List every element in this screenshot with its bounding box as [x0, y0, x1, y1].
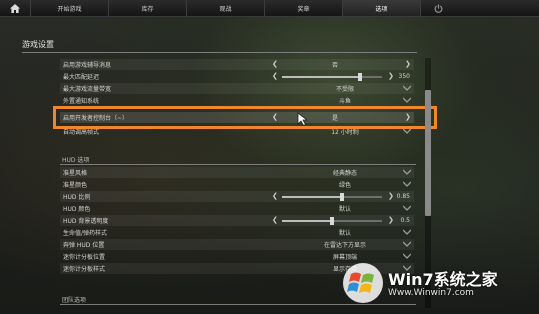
hud-row-health-style[interactable]: 生命值/弹药样式 默认	[60, 227, 414, 238]
hud-row-crosshair-style[interactable]: 准星风格 经典静态	[60, 167, 414, 178]
tab-watch[interactable]: 观战	[187, 0, 265, 16]
arrow-left-icon[interactable]: ❮	[272, 71, 278, 82]
setting-value: 斗鱼	[338, 98, 351, 105]
setting-row-tutor-messages[interactable]: 启用游戏辅导消息 ❮ 否 ❯	[60, 59, 414, 70]
divider	[22, 52, 417, 53]
highlight-box	[53, 106, 437, 129]
slider-track[interactable]	[282, 217, 382, 225]
chevron-down-icon[interactable]	[403, 229, 411, 235]
tab-label: 开始游戏	[57, 5, 82, 13]
setting-label: 外置通知系统	[63, 98, 100, 105]
tab-inventory[interactable]: 库存	[109, 0, 187, 16]
arrow-right-icon[interactable]: ❯	[388, 71, 394, 82]
tab-play[interactable]: 开始游戏	[31, 0, 109, 16]
setting-label: HUD 比例	[63, 194, 91, 201]
setting-row-bandwidth[interactable]: 最大游戏流量带宽 不受限	[60, 83, 414, 94]
setting-label: 奔弹 HUD 位置	[63, 242, 105, 249]
setting-value: 屏幕顶端	[332, 254, 357, 261]
windows-logo-icon	[343, 263, 383, 303]
home-button[interactable]	[0, 0, 31, 16]
setting-value: 默认	[338, 206, 351, 213]
tab-label: 观战	[219, 5, 232, 13]
hud-row-color[interactable]: HUD 颜色 默认	[60, 203, 414, 214]
setting-label: HUD 背景透明度	[63, 218, 109, 225]
home-icon	[10, 3, 20, 13]
chevron-down-icon[interactable]	[403, 85, 411, 91]
setting-label: 迷你计分板位置	[63, 254, 106, 261]
setting-value: 0.85	[396, 193, 410, 200]
setting-row-max-latency[interactable]: 最大匹配延迟 ❮ ❯ 350	[60, 71, 414, 82]
power-button[interactable]	[421, 0, 455, 16]
hud-row-mini-scoreboard-position[interactable]: 迷你计分板位置 屏幕顶端	[60, 251, 414, 262]
chevron-down-icon[interactable]	[403, 97, 411, 103]
slider-knob[interactable]	[358, 73, 362, 81]
setting-label: 最大匹配延迟	[63, 74, 100, 81]
setting-label: 迷你计分板样式	[63, 266, 106, 273]
page-title: 游戏设置	[22, 40, 54, 49]
arrow-left-icon[interactable]: ❮	[272, 215, 278, 226]
setting-value: 经典静态	[332, 170, 357, 177]
hud-row-scale[interactable]: HUD 比例 ❮ ❯ 0.85	[60, 191, 414, 202]
arrow-left-icon[interactable]: ❮	[272, 191, 278, 202]
slider-track[interactable]	[282, 73, 382, 81]
top-nav: 开始游戏 库存 观战 奖章 选项	[0, 0, 539, 17]
chevron-down-icon[interactable]	[403, 253, 411, 259]
scrollbar-thumb[interactable]	[425, 90, 431, 216]
setting-value: 绿色	[338, 182, 351, 189]
arrow-right-icon[interactable]: ❯	[405, 59, 411, 70]
setting-label: 最大游戏流量带宽	[63, 86, 112, 93]
tab-label: 选项	[375, 5, 388, 13]
divider	[60, 164, 416, 165]
team-section-title: 团队选项	[62, 297, 87, 304]
slider-fill	[282, 220, 332, 222]
setting-label: 准星颜色	[63, 182, 88, 189]
power-icon	[434, 3, 442, 13]
slider-track[interactable]	[282, 193, 382, 201]
arrow-right-icon[interactable]: ❯	[388, 191, 394, 202]
slider-fill	[282, 76, 360, 78]
tab-label: 库存	[141, 5, 154, 13]
setting-label: HUD 颜色	[63, 206, 91, 213]
arrow-right-icon[interactable]: ❯	[388, 215, 394, 226]
setting-value: 0.5	[400, 217, 410, 224]
hud-section-title: HUD 选项	[62, 157, 90, 164]
setting-row-notify[interactable]: 外置通知系统 斗鱼	[60, 95, 414, 106]
setting-value: 在雷达下方显示	[323, 242, 366, 249]
watermark-url: Www.Winwin7.com	[388, 288, 474, 298]
mouse-cursor-icon	[297, 112, 309, 126]
slider-knob[interactable]	[340, 193, 344, 201]
slider-fill	[282, 196, 342, 198]
setting-value: 否	[331, 62, 338, 69]
setting-label: 准星风格	[63, 170, 88, 177]
hud-row-bg-alpha[interactable]: HUD 背景透明度 ❮ ❯ 0.5	[60, 215, 414, 226]
setting-value: 350	[398, 73, 410, 80]
setting-value: 不受限	[335, 86, 354, 93]
watermark-title: Win7系统之家	[388, 270, 498, 289]
tab-options[interactable]: 选项	[343, 0, 421, 16]
chevron-down-icon[interactable]	[403, 205, 411, 211]
chevron-down-icon[interactable]	[403, 181, 411, 187]
chevron-down-icon[interactable]	[403, 241, 411, 247]
slider-knob[interactable]	[330, 217, 334, 225]
setting-label: 生命值/弹药样式	[63, 230, 108, 237]
hud-row-crosshair-color[interactable]: 准星颜色 绿色	[60, 179, 414, 190]
tab-awards[interactable]: 奖章	[265, 0, 343, 16]
watermark: Win7系统之家 Www.Winwin7.com	[342, 262, 534, 310]
hud-row-position[interactable]: 奔弹 HUD 位置 在雷达下方显示	[60, 239, 414, 250]
tab-label: 奖章	[297, 5, 310, 13]
setting-value: 默认	[338, 230, 351, 237]
setting-label: 启用游戏辅导消息	[63, 62, 112, 69]
chevron-down-icon[interactable]	[403, 169, 411, 175]
